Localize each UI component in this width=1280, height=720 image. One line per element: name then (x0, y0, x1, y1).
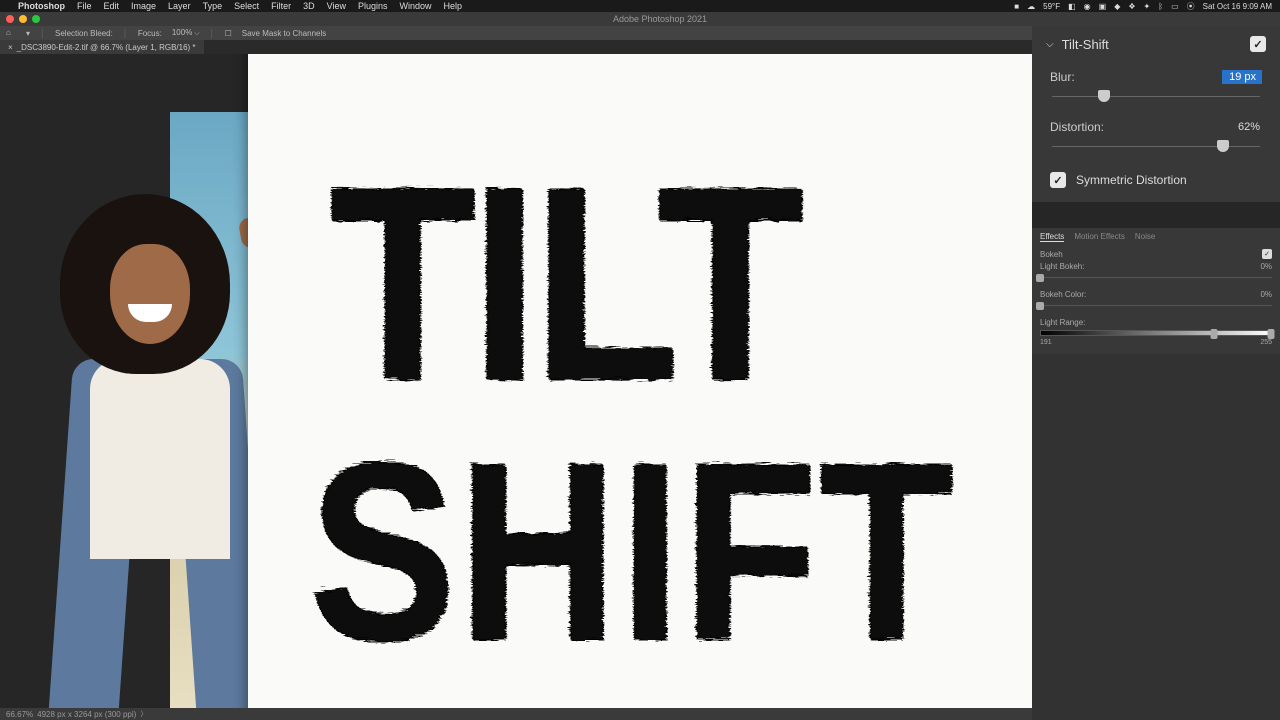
close-tab-icon[interactable]: × (8, 43, 13, 52)
menubar-battery-icon[interactable]: ▭ (1171, 2, 1179, 11)
document-tab[interactable]: × _DSC3890-Edit-2.tif @ 66.7% (Layer 1, … (0, 40, 204, 54)
bokeh-checkbox[interactable]: ✓ (1262, 249, 1272, 259)
mac-menubar: Photoshop File Edit Image Layer Type Sel… (0, 0, 1280, 12)
effects-panel: Effects Motion Effects Noise Bokeh ✓ Lig… (1032, 228, 1280, 354)
menu-help[interactable]: Help (444, 1, 463, 11)
symmetric-distortion-label: Symmetric Distortion (1076, 173, 1187, 187)
status-bar: 66.67% 4928 px x 3264 px (300 ppi) 〉 (0, 708, 1032, 720)
zoom-level[interactable]: 66.67% (6, 710, 33, 719)
light-range-slider[interactable] (1040, 330, 1272, 336)
panel-gap (1032, 202, 1280, 228)
window-title: Adobe Photoshop 2021 (40, 14, 1280, 24)
title-text-line1: TILT (328, 123, 797, 440)
light-bokeh-slider[interactable] (1040, 273, 1272, 283)
menubar-icon[interactable]: ◉ (1084, 2, 1091, 11)
light-range-hi[interactable]: 255 (1260, 339, 1272, 346)
bokeh-color-value[interactable]: 0% (1260, 290, 1272, 299)
minimize-window-button[interactable] (19, 15, 27, 23)
menu-filter[interactable]: Filter (271, 1, 291, 11)
tilt-shift-panel: ⌵ Tilt-Shift ✓ Blur: 19 px Distortion: 6… (1032, 26, 1280, 202)
selection-bleed-label: Selection Bleed: (55, 29, 113, 38)
tab-effects[interactable]: Effects (1040, 232, 1064, 242)
menubar-icon[interactable]: ◧ (1068, 2, 1076, 11)
menu-type[interactable]: Type (203, 1, 223, 11)
menu-image[interactable]: Image (131, 1, 156, 11)
menubar-video-icon[interactable]: ■ (1014, 2, 1019, 11)
bokeh-label: Bokeh (1040, 250, 1063, 259)
canvas-area[interactable]: TILT SHIFT (0, 54, 1032, 708)
light-bokeh-label: Light Bokeh: (1040, 262, 1084, 271)
traffic-lights (6, 15, 40, 23)
blur-slider[interactable] (1052, 90, 1260, 104)
light-range-lo[interactable]: 191 (1040, 339, 1052, 346)
focus-label: Focus: (138, 29, 162, 38)
menubar-clock[interactable]: Sat Oct 16 9:09 AM (1203, 2, 1272, 11)
focus-value-dropdown[interactable]: 100% (172, 28, 200, 38)
menu-select[interactable]: Select (234, 1, 259, 11)
light-bokeh-value[interactable]: 0% (1260, 262, 1272, 271)
distortion-slider[interactable] (1052, 140, 1260, 154)
blur-label: Blur: (1050, 70, 1075, 84)
distortion-slider-thumb[interactable] (1217, 140, 1229, 152)
menubar-icon[interactable]: ✦ (1144, 2, 1151, 11)
light-range-label: Light Range: (1040, 318, 1085, 327)
title-text-line2: SHIFT (308, 405, 955, 696)
home-icon[interactable]: ⌂ (6, 28, 16, 38)
menu-layer[interactable]: Layer (168, 1, 191, 11)
bokeh-color-label: Bokeh Color: (1040, 290, 1086, 299)
distortion-label: Distortion: (1050, 120, 1104, 134)
white-board: TILT SHIFT (248, 54, 1032, 708)
zoom-window-button[interactable] (32, 15, 40, 23)
status-menu-icon[interactable]: 〉 (140, 709, 147, 719)
document-tab-label: _DSC3890-Edit-2.tif @ 66.7% (Layer 1, RG… (17, 43, 196, 52)
distortion-value-input[interactable]: 62% (1222, 120, 1262, 134)
menubar-bluetooth-icon[interactable]: ᛒ (1158, 2, 1163, 11)
light-range-hi-handle[interactable] (1268, 329, 1275, 339)
menu-view[interactable]: View (327, 1, 346, 11)
menu-3d[interactable]: 3D (303, 1, 315, 11)
window-titlebar: Adobe Photoshop 2021 (0, 12, 1280, 26)
menu-edit[interactable]: Edit (104, 1, 120, 11)
panel-empty-area (1032, 354, 1280, 720)
light-range-lo-handle[interactable] (1210, 329, 1217, 339)
blur-value-input[interactable]: 19 px (1222, 70, 1262, 84)
menubar-weather[interactable]: 59°F (1043, 2, 1060, 11)
menu-window[interactable]: Window (400, 1, 432, 11)
right-panel-column: ⌵ Tilt-Shift ✓ Blur: 19 px Distortion: 6… (1032, 26, 1280, 720)
menu-file[interactable]: File (77, 1, 92, 11)
menubar-wifi-icon[interactable]: ⦿ (1187, 1, 1195, 12)
collapse-icon[interactable]: ⌵ (1046, 39, 1054, 50)
menubar-icon[interactable]: ▣ (1099, 2, 1107, 11)
tilt-shift-enable-checkbox[interactable]: ✓ (1250, 36, 1266, 52)
close-window-button[interactable] (6, 15, 14, 23)
tab-motion-effects[interactable]: Motion Effects (1074, 232, 1125, 242)
tool-preset-dropdown[interactable]: ▾ (26, 29, 30, 38)
bokeh-color-slider[interactable] (1040, 301, 1272, 311)
app-name[interactable]: Photoshop (18, 1, 65, 11)
menubar-icon[interactable]: ◆ (1114, 2, 1120, 11)
tilt-shift-title: Tilt-Shift (1062, 37, 1250, 52)
symmetric-distortion-checkbox[interactable]: ✓ (1050, 172, 1066, 188)
save-mask-checkbox-label[interactable]: Save Mask to Channels (242, 29, 327, 38)
tab-noise[interactable]: Noise (1135, 232, 1155, 242)
document-dimensions[interactable]: 4928 px x 3264 px (300 ppi) (37, 710, 136, 719)
blur-slider-thumb[interactable] (1098, 90, 1110, 102)
menubar-icon[interactable]: ❖ (1128, 2, 1135, 11)
menu-plugins[interactable]: Plugins (358, 1, 388, 11)
menubar-cloud-icon[interactable]: ☁ (1027, 2, 1035, 11)
